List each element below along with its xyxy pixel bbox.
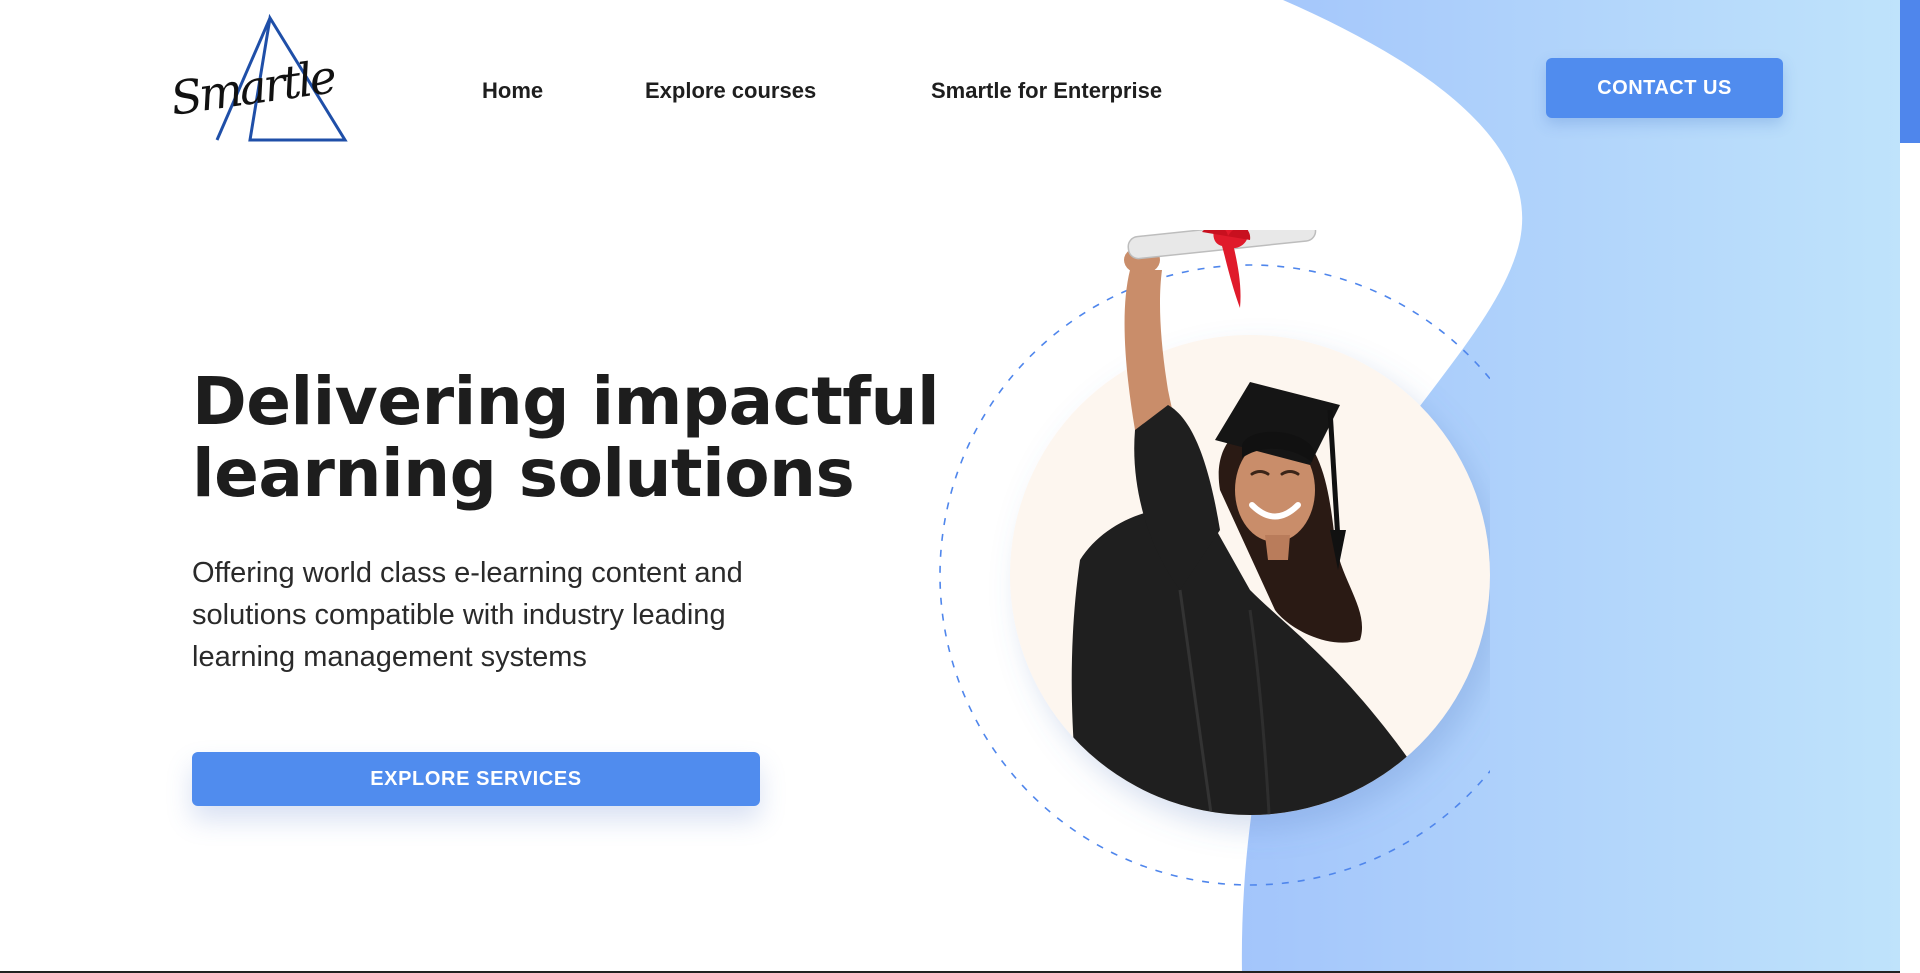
logo[interactable]: Smartle bbox=[165, 13, 349, 144]
hero-subtext: Offering world class e-learning content … bbox=[192, 557, 743, 673]
scrollbar-thumb[interactable] bbox=[1900, 0, 1920, 143]
nav-smartle-for-enterprise[interactable]: Smartle for Enterprise bbox=[931, 78, 1162, 104]
page: Smartle Home Explore courses Smartle for… bbox=[0, 0, 1920, 973]
hero-headline-line-1: Delivering impactful bbox=[192, 363, 940, 440]
nav-explore-courses[interactable]: Explore courses bbox=[645, 78, 816, 104]
nav-home[interactable]: Home bbox=[482, 78, 543, 104]
contact-us-button[interactable]: CONTACT US bbox=[1546, 58, 1783, 118]
hero-headline-line-2: learning solutions bbox=[192, 435, 855, 512]
scrollbar-track[interactable] bbox=[1900, 0, 1920, 973]
explore-services-button[interactable]: EXPLORE SERVICES bbox=[192, 752, 760, 806]
hero-headline: Delivering impactful learning solutions bbox=[192, 366, 952, 510]
hero-graduate-image bbox=[939, 230, 1490, 886]
